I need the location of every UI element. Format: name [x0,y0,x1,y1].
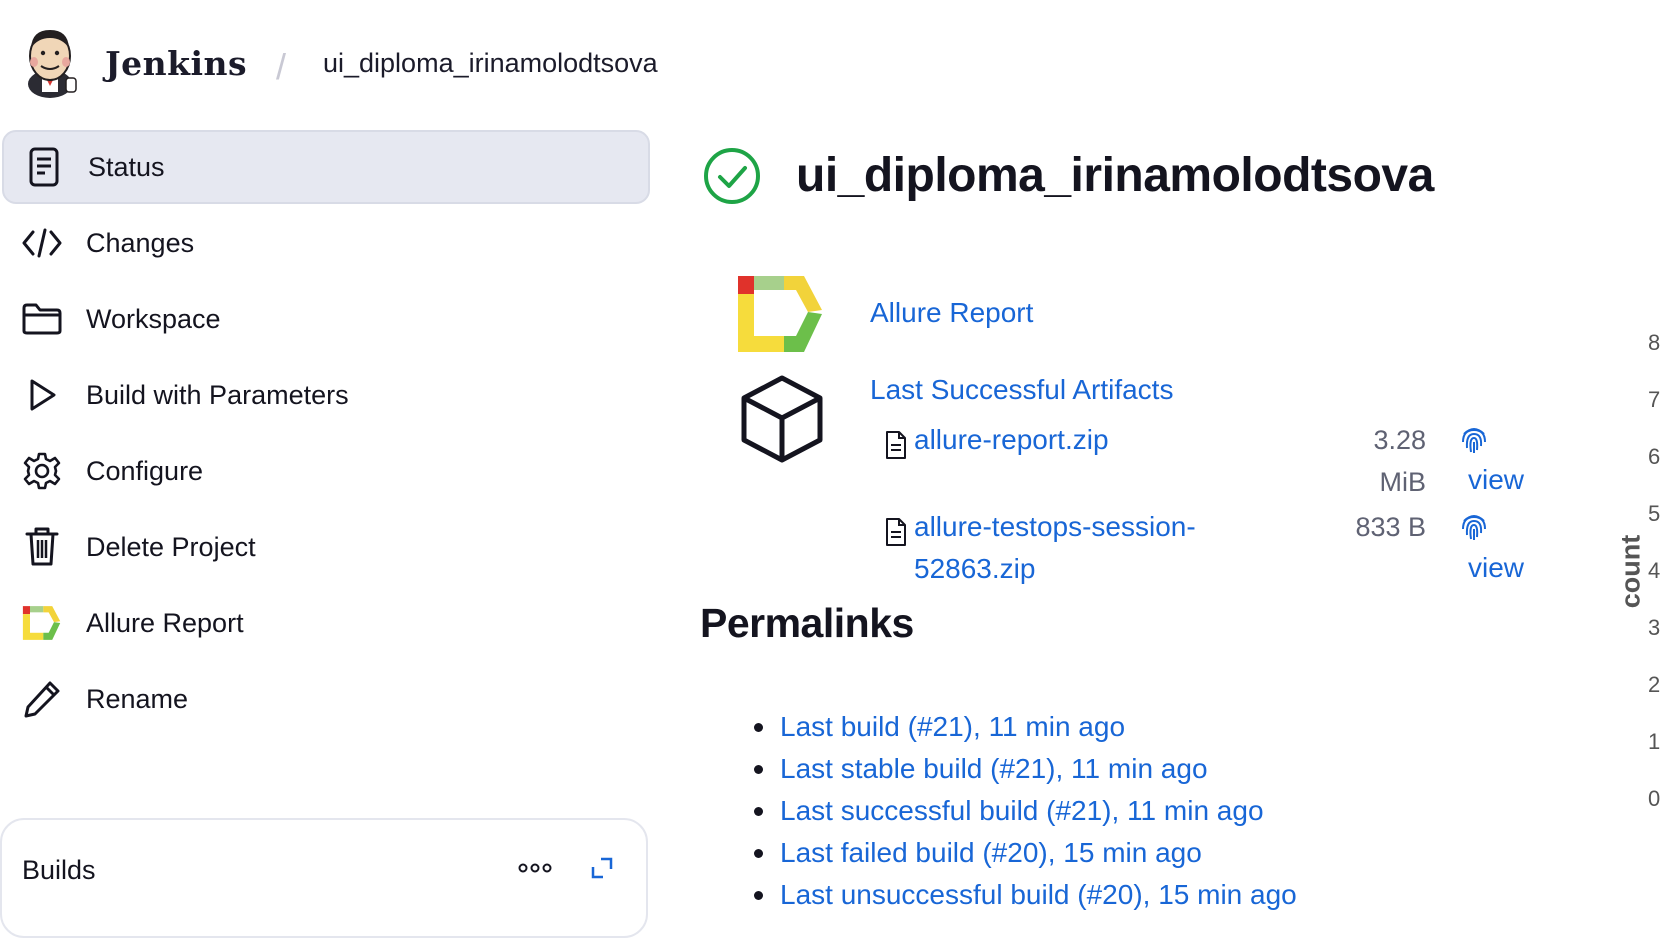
permalink-last-build[interactable]: Last build (#21), 11 min ago [780,711,1125,742]
gear-icon [20,449,64,493]
success-check-icon [702,146,762,206]
chart-tick-label: 4 [1648,558,1660,583]
folder-icon [20,297,64,341]
builds-title: Builds [22,855,96,885]
sidebar-item-label: Delete Project [86,531,256,562]
brand-name[interactable]: Jenkins [105,44,247,83]
last-successful-artifacts-link[interactable]: Last Successful Artifacts [870,374,1173,406]
chart-tick-label: 2 [1648,672,1660,697]
pencil-icon [20,677,64,721]
fingerprint-icon[interactable] [1458,424,1490,456]
chart-tick-label: 6 [1648,444,1660,469]
sidebar-item-rename[interactable]: Rename [2,662,650,736]
chart-tick-label: 1 [1648,729,1660,754]
list-item: Last build (#21), 11 min ago [750,706,1297,748]
permalinks-list: Last build (#21), 11 min ago Last stable… [750,706,1297,916]
chart-tick-label: 7 [1648,387,1660,412]
allure-report-link[interactable]: Allure Report [870,297,1033,329]
bullet [754,849,763,858]
view-fingerprint-link[interactable]: view [1468,464,1524,496]
sidebar-item-label: Allure Report [86,607,244,638]
document-icon [22,145,66,189]
list-item: Last failed build (#20), 15 min ago [750,832,1297,874]
trash-icon [20,525,64,569]
page-title: ui_diploma_irinamolodtsova [796,149,1434,202]
artifact-link-continued[interactable]: 52863.zip [914,548,1035,590]
expand-icon[interactable] [584,850,620,886]
chart-tick-label: 3 [1648,615,1660,640]
sidebar-item-changes[interactable]: Changes [2,206,650,280]
permalinks-heading: Permalinks [700,600,914,646]
artifact-size-unit: MiB [1379,467,1427,497]
list-item: Last unsuccessful build (#20), 15 min ag… [750,874,1297,916]
play-icon [20,373,64,417]
sidebar-item-workspace[interactable]: Workspace [2,282,650,356]
jenkins-logo-icon[interactable] [22,26,78,98]
package-icon [738,374,826,464]
bullet [754,765,763,774]
artifact-size: 3.28 [1373,425,1426,455]
file-icon [884,517,908,547]
allure-logo-icon[interactable] [736,274,826,354]
permalink-last-failed-build[interactable]: Last failed build (#20), 15 min ago [780,837,1202,868]
sidebar-item-label: Changes [86,227,195,258]
chart-y-axis-label: count [1615,534,1646,609]
artifact-link[interactable]: allure-report.zip [914,419,1109,461]
sidebar-item-label: Status [88,151,165,182]
bullet [754,891,763,900]
chart-tick-label: 5 [1648,501,1660,526]
list-item: Last stable build (#21), 11 min ago [750,748,1297,790]
sidebar-item-build-with-parameters[interactable]: Build with Parameters [2,358,650,432]
sidebar-item-label: Build with Parameters [86,379,349,410]
sidebar-item-delete-project[interactable]: Delete Project [2,510,650,584]
chart-tick-label: 0 [1648,786,1660,811]
permalink-last-unsuccessful-build[interactable]: Last unsuccessful build (#20), 15 min ag… [780,879,1297,910]
sidebar-item-label: Configure [86,455,204,486]
breadcrumb-item-project[interactable]: ui_diploma_irinamolodtsova [323,48,658,79]
view-fingerprint-link[interactable]: view [1468,552,1524,584]
artifact-link[interactable]: allure-testops-session- [914,506,1196,548]
list-item: Last successful build (#21), 11 min ago [750,790,1297,832]
more-options-icon[interactable] [515,850,555,886]
code-icon [20,221,64,265]
sidebar-item-configure[interactable]: Configure [2,434,650,508]
builds-panel: Builds [0,818,648,938]
file-icon [884,430,908,460]
artifact-size: 833 B [1355,512,1426,542]
permalink-last-successful-build[interactable]: Last successful build (#21), 11 min ago [780,795,1264,826]
page-header: Jenkins / ui_diploma_irinamolodtsova [0,0,1660,120]
fingerprint-icon[interactable] [1458,511,1490,543]
bullet [754,723,763,732]
sidebar-item-allure-report[interactable]: Allure Report [2,586,650,660]
sidebar-item-status[interactable]: Status [2,130,650,204]
bullet [754,807,763,816]
permalink-last-stable-build[interactable]: Last stable build (#21), 11 min ago [780,753,1208,784]
sidebar-item-label: Workspace [86,303,221,334]
allure-icon [20,601,64,645]
breadcrumb-separator: / [276,46,287,87]
sidebar-item-label: Rename [86,683,189,714]
chart-tick-label: 8 [1648,330,1660,355]
